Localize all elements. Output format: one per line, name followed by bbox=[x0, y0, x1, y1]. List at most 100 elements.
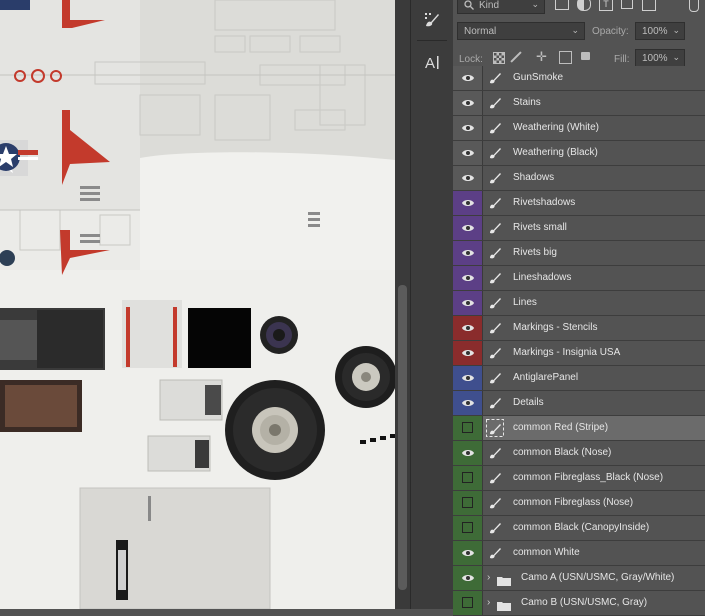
layer-name: Rivetshadows bbox=[513, 197, 576, 208]
layer-name: common Fibreglass_Black (Nose) bbox=[513, 472, 664, 483]
visibility-eye-icon[interactable] bbox=[453, 391, 482, 415]
layer-row[interactable]: GunSmoke bbox=[453, 66, 705, 91]
visibility-eye-icon[interactable] bbox=[453, 541, 482, 565]
filter-toggle-switch[interactable] bbox=[689, 0, 699, 12]
visibility-eye-icon[interactable] bbox=[453, 66, 482, 90]
layer-row[interactable]: Details bbox=[453, 391, 705, 416]
layer-name: common Fibreglass (Nose) bbox=[513, 497, 634, 508]
lock-transparent-pixels-icon[interactable] bbox=[493, 52, 505, 64]
layer-row[interactable]: common Red (Stripe) bbox=[453, 416, 705, 441]
paint-brush-icon bbox=[486, 444, 504, 462]
row-separator bbox=[482, 116, 483, 140]
texture-artwork bbox=[0, 0, 395, 609]
character-icon[interactable]: A bbox=[417, 48, 447, 76]
layer-row[interactable]: Weathering (Black) bbox=[453, 141, 705, 166]
row-separator bbox=[482, 541, 483, 565]
lock-position-icon[interactable]: ✛ bbox=[536, 50, 550, 64]
opacity-value: 100% bbox=[642, 25, 668, 37]
paint-brush-icon bbox=[486, 319, 504, 337]
layer-row[interactable]: Rivetshadows bbox=[453, 191, 705, 216]
filter-kind-select[interactable]: Kind ⌄ bbox=[457, 0, 545, 14]
visibility-eye-icon[interactable] bbox=[453, 141, 482, 165]
filter-shape-icon[interactable] bbox=[621, 0, 633, 9]
svg-text:A: A bbox=[425, 55, 435, 71]
layer-name: Rivets big bbox=[513, 247, 557, 258]
chevron-right-icon[interactable]: › bbox=[487, 591, 490, 615]
paint-brush-icon bbox=[486, 144, 504, 162]
filter-smartobject-icon[interactable] bbox=[642, 0, 656, 11]
layer-row[interactable]: AntiglarePanel bbox=[453, 366, 705, 391]
filter-kind-label: Kind bbox=[479, 0, 500, 11]
layer-name: Stains bbox=[513, 97, 541, 108]
fill-input[interactable]: 100% ⌄ bbox=[635, 49, 685, 67]
visibility-eye-icon[interactable] bbox=[453, 116, 482, 140]
layer-name: Camo B (USN/USMC, Gray) bbox=[521, 597, 648, 608]
visibility-eye-icon[interactable] bbox=[453, 566, 482, 590]
visibility-toggle-off[interactable] bbox=[453, 491, 482, 515]
layer-row[interactable]: Rivets big bbox=[453, 241, 705, 266]
lock-image-pixels-icon[interactable] bbox=[510, 51, 522, 63]
visibility-eye-icon[interactable] bbox=[453, 316, 482, 340]
layer-name: Details bbox=[513, 397, 544, 408]
fill-label: Fill: bbox=[614, 54, 630, 65]
blend-mode-value: Normal bbox=[464, 25, 497, 37]
visibility-eye-icon[interactable] bbox=[453, 241, 482, 265]
paint-brush-icon bbox=[486, 469, 504, 487]
layer-group-row[interactable]: › Camo A (USN/USMC, Gray/White) bbox=[453, 566, 705, 591]
layer-row[interactable]: common Fibreglass (Nose) bbox=[453, 491, 705, 516]
layer-row[interactable]: Stains bbox=[453, 91, 705, 116]
layer-name: Weathering (Black) bbox=[513, 147, 598, 158]
filter-pixel-icon[interactable] bbox=[555, 0, 569, 10]
visibility-eye-icon[interactable] bbox=[453, 291, 482, 315]
canvas-vertical-scrollbar[interactable] bbox=[395, 0, 410, 609]
document-canvas[interactable] bbox=[0, 0, 395, 609]
search-icon bbox=[464, 0, 474, 10]
visibility-eye-icon[interactable] bbox=[453, 166, 482, 190]
row-separator bbox=[482, 391, 483, 415]
visibility-toggle-off[interactable] bbox=[453, 516, 482, 540]
paint-brush-icon bbox=[486, 519, 504, 537]
layer-name: Shadows bbox=[513, 172, 555, 183]
brush-presets-icon[interactable] bbox=[417, 6, 447, 34]
lock-all-icon[interactable] bbox=[581, 52, 590, 60]
layer-group-row[interactable]: › Camo B (USN/USMC, Gray) bbox=[453, 591, 705, 616]
visibility-toggle-off[interactable] bbox=[453, 591, 482, 615]
blend-mode-select[interactable]: Normal ⌄ bbox=[457, 22, 585, 40]
layer-row[interactable]: common Black (Nose) bbox=[453, 441, 705, 466]
layer-row[interactable]: Markings - Stencils bbox=[453, 316, 705, 341]
visibility-eye-icon[interactable] bbox=[453, 341, 482, 365]
visibility-eye-icon[interactable] bbox=[453, 191, 482, 215]
visibility-eye-icon[interactable] bbox=[453, 216, 482, 240]
layer-name: common Red (Stripe) bbox=[513, 422, 609, 433]
layer-row[interactable]: Weathering (White) bbox=[453, 116, 705, 141]
visibility-eye-icon[interactable] bbox=[453, 441, 482, 465]
row-separator bbox=[482, 166, 483, 190]
visibility-toggle-off[interactable] bbox=[453, 416, 482, 440]
chevron-down-icon: ⌄ bbox=[531, 0, 539, 9]
layer-row[interactable]: Rivets small bbox=[453, 216, 705, 241]
visibility-eye-icon[interactable] bbox=[453, 266, 482, 290]
lock-artboard-icon[interactable] bbox=[559, 51, 572, 64]
row-separator bbox=[482, 66, 483, 90]
visibility-eye-icon[interactable] bbox=[453, 366, 482, 390]
opacity-label: Opacity: bbox=[592, 26, 629, 37]
chevron-right-icon[interactable]: › bbox=[487, 566, 490, 590]
layer-row[interactable]: common White bbox=[453, 541, 705, 566]
filter-type-icon[interactable]: T bbox=[599, 0, 613, 11]
visibility-empty-box bbox=[462, 422, 473, 433]
row-separator bbox=[482, 291, 483, 315]
scrollbar-thumb[interactable] bbox=[398, 285, 407, 590]
layer-row[interactable]: Lines bbox=[453, 291, 705, 316]
layer-row[interactable]: Shadows bbox=[453, 166, 705, 191]
paint-brush-icon bbox=[486, 344, 504, 362]
filter-adjustment-icon[interactable] bbox=[577, 0, 591, 11]
layer-row[interactable]: Markings - Insignia USA bbox=[453, 341, 705, 366]
layer-row[interactable]: Lineshadows bbox=[453, 266, 705, 291]
visibility-toggle-off[interactable] bbox=[453, 466, 482, 490]
layer-row[interactable]: common Fibreglass_Black (Nose) bbox=[453, 466, 705, 491]
layer-row[interactable]: common Black (CanopyInside) bbox=[453, 516, 705, 541]
row-separator bbox=[482, 141, 483, 165]
paint-brush-icon bbox=[486, 269, 504, 287]
visibility-eye-icon[interactable] bbox=[453, 91, 482, 115]
opacity-input[interactable]: 100% ⌄ bbox=[635, 22, 685, 40]
